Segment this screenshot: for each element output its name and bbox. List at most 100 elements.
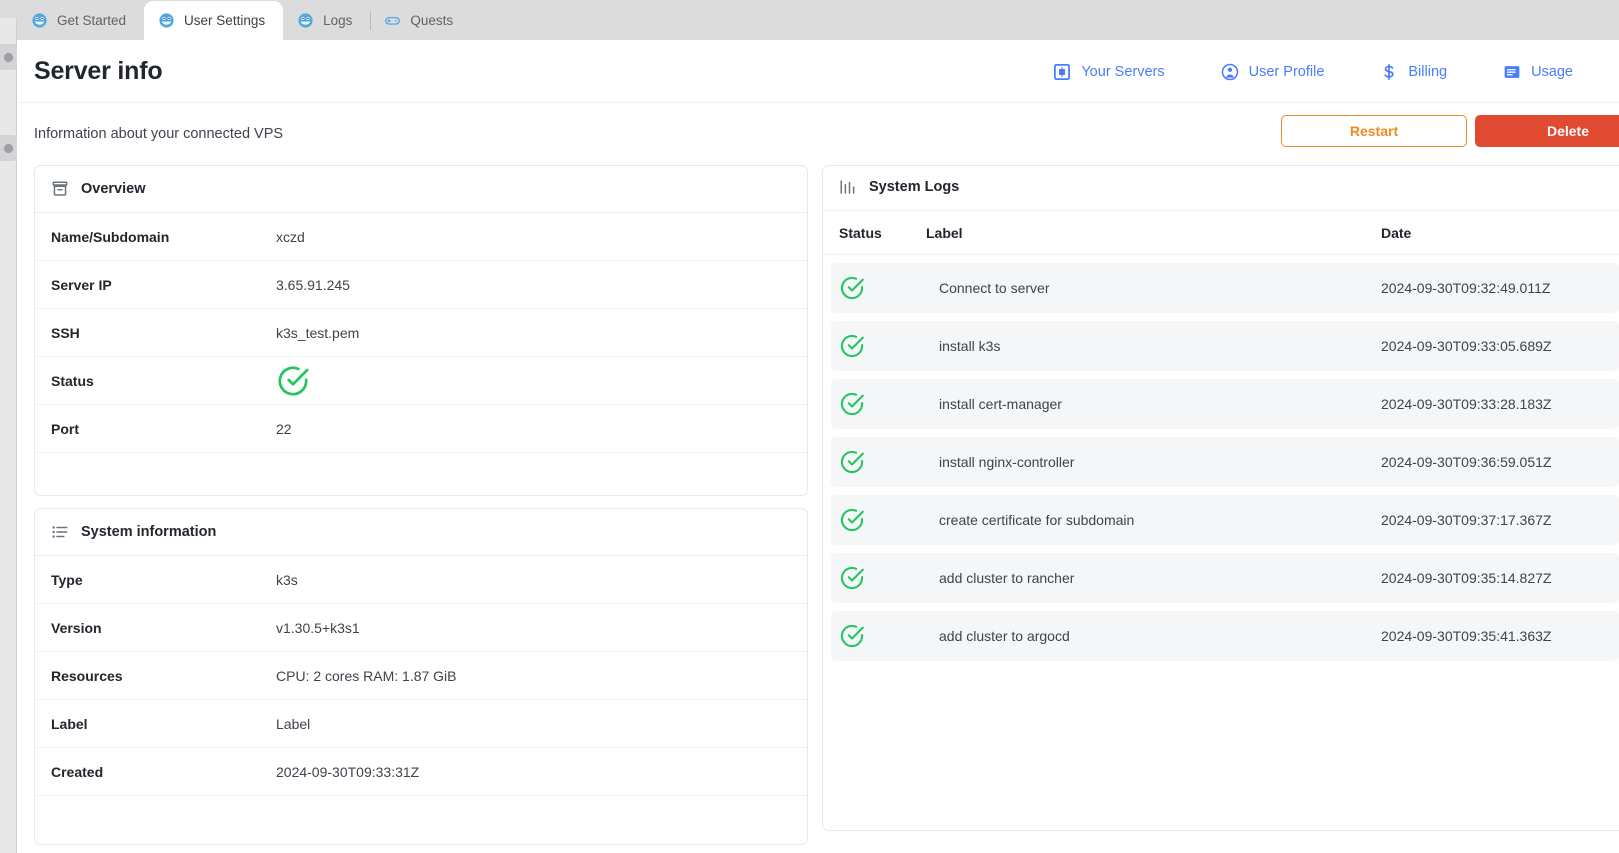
right-column: System Logs Status Label Date Connect to…: [822, 165, 1619, 843]
nav-link-label: Usage: [1531, 63, 1573, 80]
log-date: 2024-09-30T09:33:28.183Z: [1381, 396, 1552, 412]
smiley-face-icon: [298, 13, 313, 28]
page-title: Server info: [34, 56, 163, 85]
system-logs-column-headers: Status Label Date: [823, 211, 1619, 255]
system-information-card-header: System information: [35, 509, 807, 556]
row-key: Status: [51, 372, 94, 389]
tab-label: User Settings: [184, 13, 266, 28]
nav-link-label: Your Servers: [1081, 63, 1165, 80]
log-status-cell: [839, 391, 926, 417]
nav-link-billing[interactable]: Billing: [1352, 63, 1475, 81]
row-key: Type: [51, 571, 83, 588]
user-avatar-icon: [1221, 63, 1238, 80]
server-box-icon: [1054, 63, 1071, 80]
nav-link-your-servers[interactable]: Your Servers: [1025, 63, 1192, 81]
check-circle-icon: [840, 334, 864, 358]
log-date: 2024-09-30T09:35:14.827Z: [1381, 570, 1552, 586]
tab-label: Get Started: [57, 13, 127, 28]
system-logs-card-title: System Logs: [869, 179, 960, 195]
system-information-card: System information Type k3s Version v1.3…: [34, 508, 808, 845]
overview-card-title: Overview: [81, 181, 146, 197]
log-label: install k3s: [939, 338, 1001, 354]
delete-button[interactable]: Delete: [1475, 115, 1619, 147]
log-status-cell: [839, 507, 926, 533]
row-key: Server IP: [51, 276, 112, 293]
log-row[interactable]: add cluster to rancher 2024-09-30T09:35:…: [831, 553, 1619, 603]
row-value: 3.65.91.245: [276, 276, 350, 293]
browser-tab-get-started[interactable]: Get Started: [17, 1, 145, 40]
browser-tab-quests[interactable]: Quests: [370, 1, 472, 40]
log-label: create certificate for subdomain: [939, 512, 1135, 528]
log-date: 2024-09-30T09:37:17.367Z: [1381, 512, 1552, 528]
check-circle-icon: [840, 392, 864, 416]
row-key: Version: [51, 619, 102, 636]
row-value: [276, 364, 310, 398]
check-circle-icon: [840, 624, 864, 648]
check-circle-icon: [278, 365, 309, 395]
list-icon: [52, 526, 68, 538]
log-row[interactable]: install nginx-controller 2024-09-30T09:3…: [831, 437, 1619, 487]
vertical-tab-item-2[interactable]: [0, 135, 17, 161]
vertical-tab-item-1[interactable]: [0, 44, 17, 70]
archive-box-icon: [52, 181, 68, 196]
log-row[interactable]: add cluster to argocd 2024-09-30T09:35:4…: [831, 611, 1619, 661]
log-label: add cluster to rancher: [939, 570, 1075, 586]
restart-button[interactable]: Restart: [1281, 115, 1467, 147]
smiley-face-icon: [3, 52, 14, 62]
log-row[interactable]: create certificate for subdomain 2024-09…: [831, 495, 1619, 545]
log-row[interactable]: Connect to server 2024-09-30T09:32:49.01…: [831, 263, 1619, 313]
log-label: install nginx-controller: [939, 454, 1075, 470]
log-row[interactable]: install k3s 2024-09-30T09:33:05.689Z: [831, 321, 1619, 371]
system-logs-card: System Logs Status Label Date Connect to…: [822, 165, 1619, 831]
log-label: add cluster to argocd: [939, 628, 1070, 644]
overview-row-port: Port 22: [35, 405, 807, 453]
row-key: SSH: [51, 324, 80, 341]
smiley-face-icon: [32, 13, 47, 28]
log-status-cell: [839, 275, 926, 301]
log-status-cell: [839, 333, 926, 359]
dollar-sign-icon: [1384, 63, 1395, 80]
row-value: k3s: [276, 571, 298, 588]
tab-label: Quests: [410, 13, 454, 28]
page-header: Server info Your Servers User Profile Bi…: [18, 40, 1619, 103]
nav-link-label: Billing: [1408, 63, 1448, 80]
log-date: 2024-09-30T09:32:49.011Z: [1381, 280, 1551, 296]
page-description: Information about your connected VPS: [34, 126, 284, 142]
log-row[interactable]: install cert-manager 2024-09-30T09:33:28…: [831, 379, 1619, 429]
column-header-status: Status: [839, 224, 882, 241]
browser-tab-user-settings[interactable]: User Settings: [144, 1, 284, 40]
row-key: Label: [51, 715, 88, 732]
row-key: Port: [51, 420, 79, 437]
smiley-face-icon: [3, 143, 14, 153]
log-date: 2024-09-30T09:33:05.689Z: [1381, 338, 1552, 354]
nav-link-user-profile[interactable]: User Profile: [1193, 63, 1353, 81]
smiley-face-icon: [159, 13, 174, 28]
log-status-cell: [839, 623, 926, 649]
app-viewport: Server info Your Servers User Profile Bi…: [18, 40, 1619, 853]
system-logs-rows: Connect to server 2024-09-30T09:32:49.01…: [823, 263, 1619, 661]
system-row-version: Version v1.30.5+k3s1: [35, 604, 807, 652]
column-header-date: Date: [1381, 224, 1412, 241]
system-row-type: Type k3s: [35, 556, 807, 604]
browser-tabstrip: Get Started User Settings Logs Quests: [0, 0, 1619, 40]
check-circle-icon: [840, 450, 864, 474]
log-date: 2024-09-30T09:35:41.363Z: [1381, 628, 1552, 644]
check-circle-icon: [840, 566, 864, 590]
page-actions: Restart Delete: [1281, 115, 1619, 147]
check-circle-icon: [840, 276, 864, 300]
system-row-cutoff: [35, 796, 807, 844]
log-date: 2024-09-30T09:36:59.051Z: [1381, 454, 1552, 470]
row-value: v1.30.5+k3s1: [276, 619, 360, 636]
row-value: xczd: [276, 228, 305, 245]
left-column: Overview Name/Subdomain xczd Server IP 3…: [34, 165, 808, 853]
overview-row-server-ip: Server IP 3.65.91.245: [35, 261, 807, 309]
system-row-created: Created 2024-09-30T09:33:31Z: [35, 748, 807, 796]
browser-tab-logs[interactable]: Logs: [283, 1, 371, 40]
nav-link-usage[interactable]: Usage: [1475, 63, 1601, 81]
row-value: k3s_test.pem: [276, 324, 360, 341]
tab-label: Logs: [323, 13, 353, 28]
overview-row-status: Status: [35, 357, 807, 405]
gamepad-icon: [385, 17, 401, 25]
row-value: CPU: 2 cores RAM: 1.87 GiB: [276, 667, 457, 684]
overview-row-name-subdomain: Name/Subdomain xczd: [35, 213, 807, 261]
